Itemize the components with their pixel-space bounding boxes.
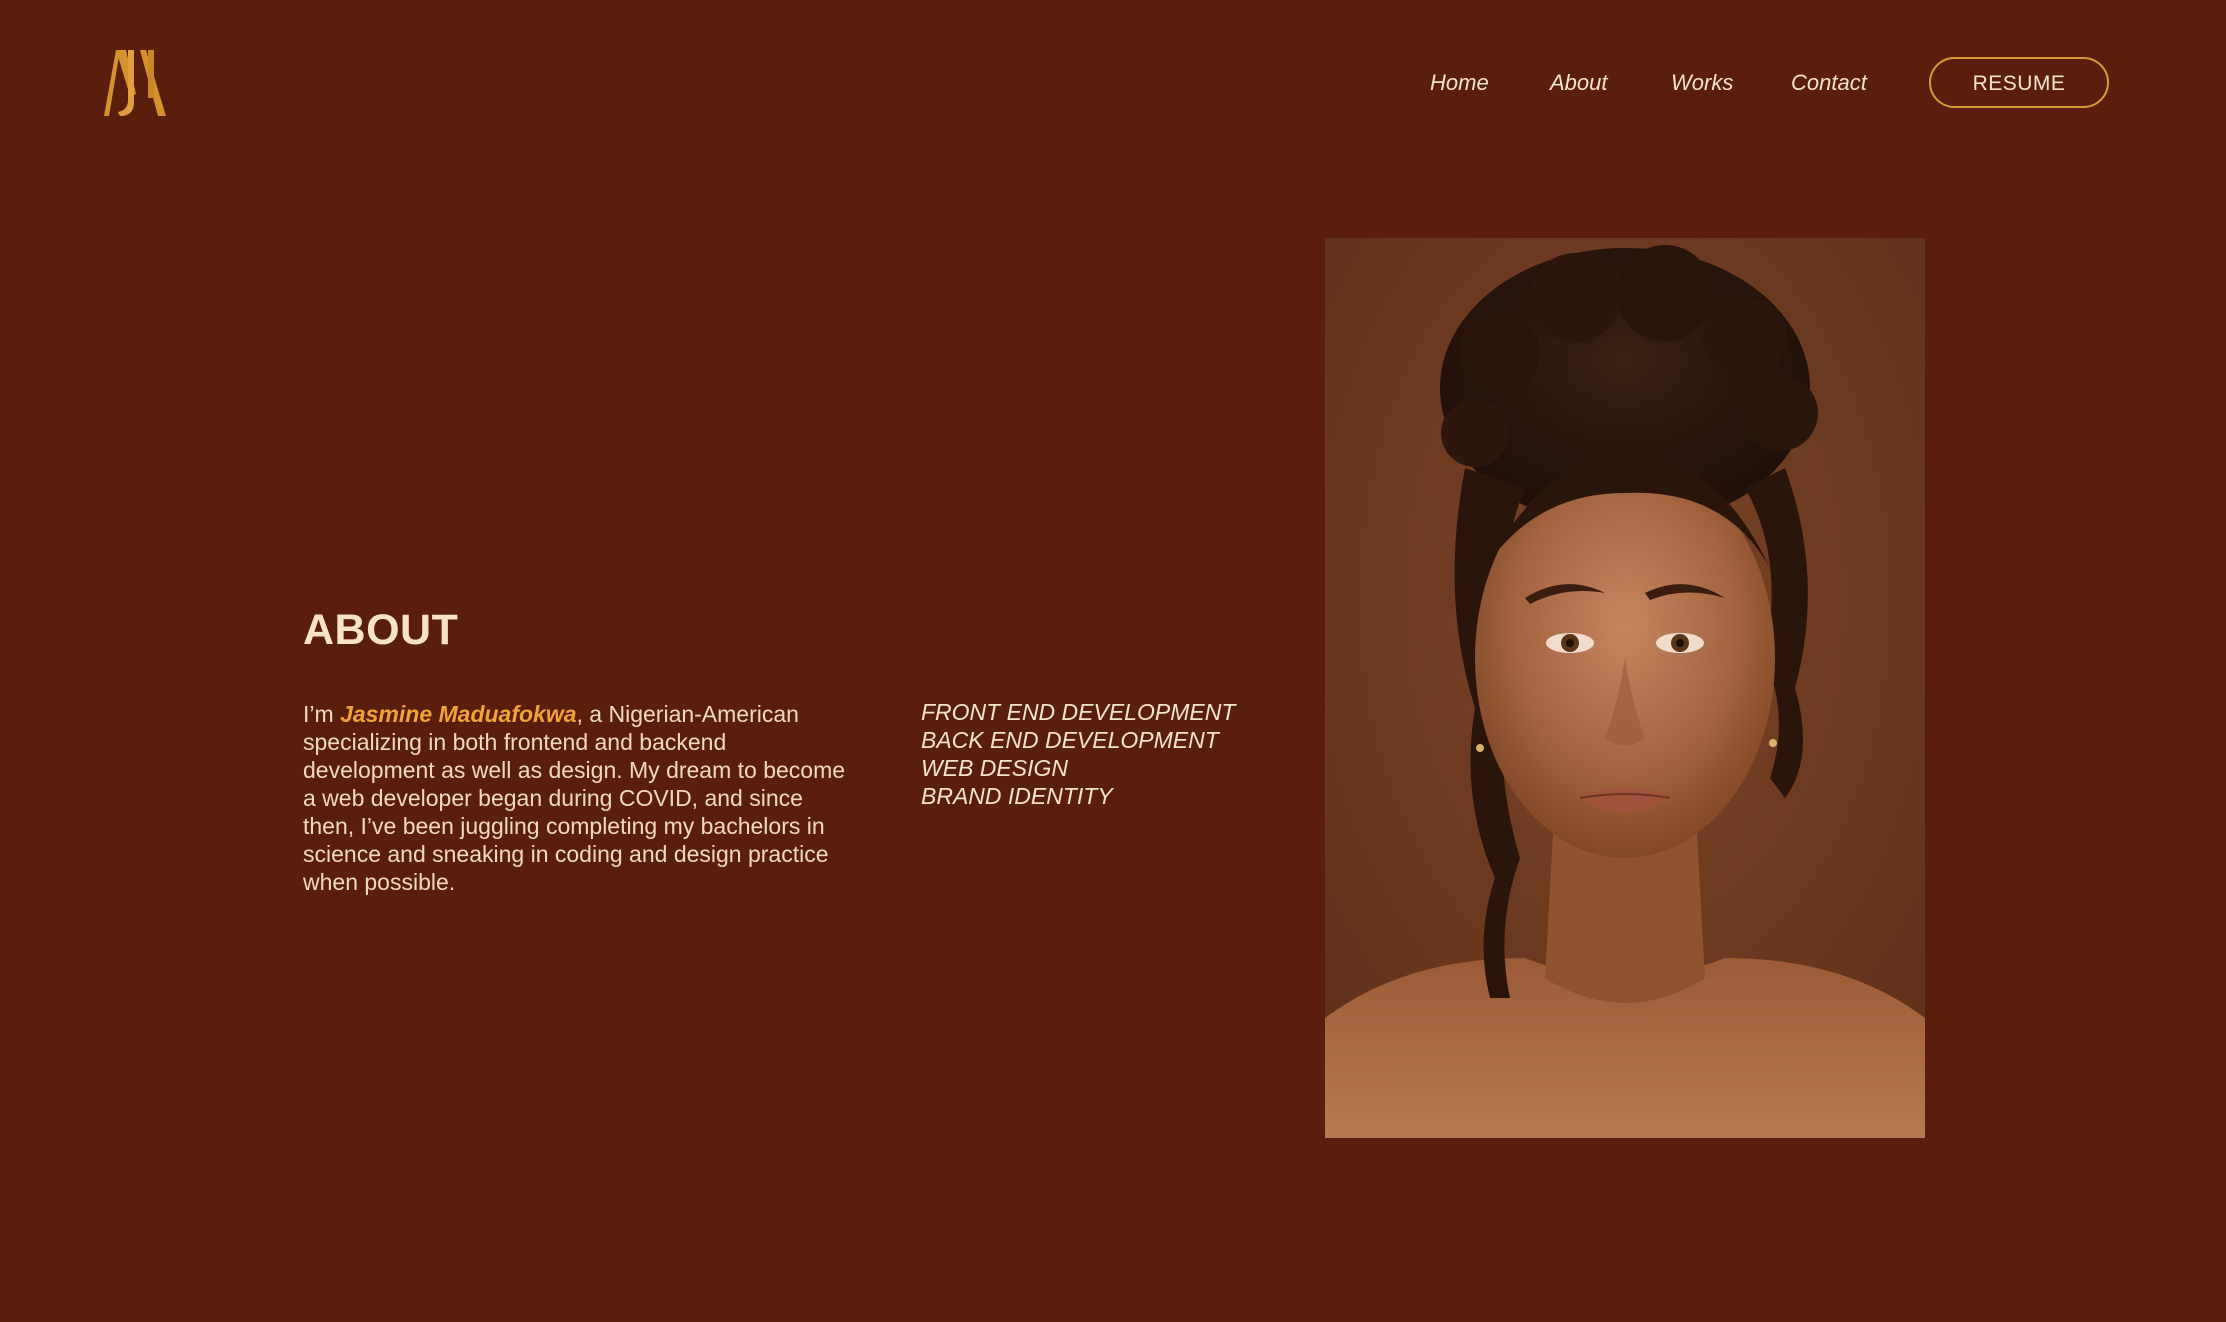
skill-item: BACK END DEVELOPMENT [921,727,1219,753]
nav-contact-link[interactable]: Contact [1791,58,1867,108]
nav-about-link[interactable]: About [1550,58,1608,108]
about-bio: I’m Jasmine Maduafokwa, a Nigerian-Ameri… [303,700,848,896]
skill-item: WEB DESIGN [921,755,1068,781]
resume-button[interactable]: RESUME [1929,57,2109,108]
main-nav: Home About Works Contact [0,58,2226,108]
bio-text: , a Nigerian-American specializing in bo… [303,701,846,895]
skill-item: BRAND IDENTITY [921,783,1113,809]
portrait-photo [1325,238,1925,1138]
bio-prefix: I’m [303,701,341,727]
about-heading: ABOUT [303,606,459,654]
nav-works-link[interactable]: Works [1671,58,1733,108]
nav-home-link[interactable]: Home [1430,58,1489,108]
skills-list: FRONT END DEVELOPMENT BACK END DEVELOPME… [921,698,1235,810]
skill-item: FRONT END DEVELOPMENT [921,699,1236,725]
bio-name: Jasmine Maduafokwa [340,701,577,727]
